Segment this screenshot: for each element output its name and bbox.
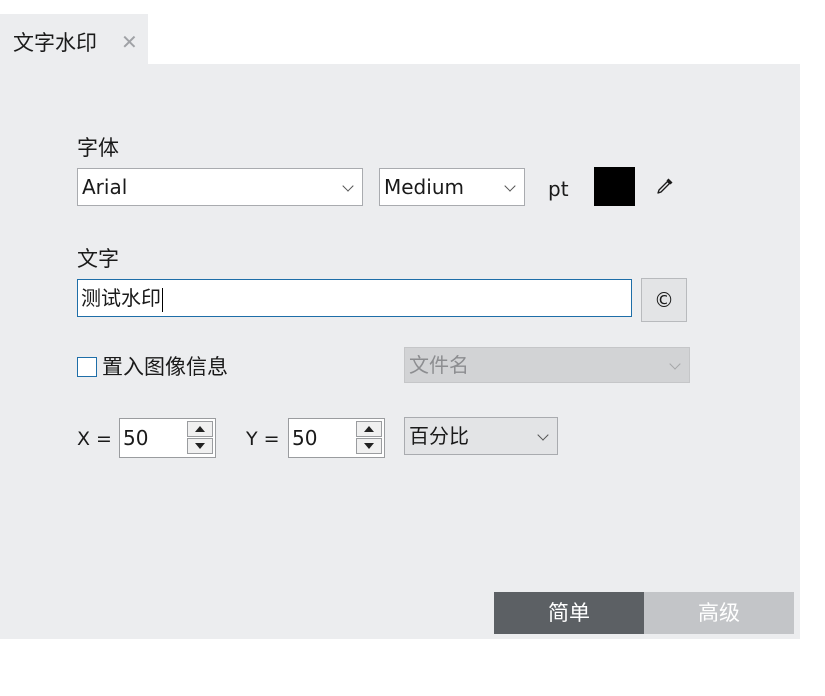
color-swatch[interactable]	[594, 167, 635, 206]
x-increment-button[interactable]	[187, 421, 213, 437]
y-spinbox[interactable]: 50	[288, 418, 385, 458]
font-weight-value: Medium	[384, 175, 464, 199]
x-label: X =	[77, 428, 112, 450]
image-info-field-value: 文件名	[409, 353, 469, 377]
embed-image-info-label[interactable]: 置入图像信息	[102, 354, 228, 380]
close-icon[interactable]: ✕	[121, 32, 138, 52]
chevron-down-icon	[537, 429, 549, 441]
y-value[interactable]: 50	[292, 419, 317, 457]
position-unit-value: 百分比	[409, 424, 469, 448]
font-size-unit: pt	[548, 177, 569, 201]
chevron-down-icon	[669, 358, 681, 370]
text-label: 文字	[77, 247, 119, 271]
arrow-down-icon	[195, 443, 205, 449]
y-label: Y =	[246, 428, 280, 450]
y-decrement-button[interactable]	[356, 438, 382, 454]
font-family-select[interactable]: Arial	[77, 168, 363, 206]
font-label: 字体	[77, 136, 119, 160]
chevron-down-icon	[342, 180, 354, 192]
watermark-text-input[interactable]: 测试水印	[77, 279, 632, 317]
arrow-down-icon	[364, 443, 374, 449]
text-caret	[162, 287, 163, 312]
x-value[interactable]: 50	[123, 419, 148, 457]
tab-text-watermark[interactable]: 文字水印 ✕	[0, 14, 148, 64]
watermark-text-value: 测试水印	[81, 286, 161, 310]
simple-mode-button[interactable]: 简单	[494, 592, 644, 634]
advanced-mode-button[interactable]: 高级	[644, 592, 794, 634]
font-weight-select[interactable]: Medium	[379, 168, 525, 206]
chevron-down-icon	[504, 180, 516, 192]
font-family-value: Arial	[82, 175, 128, 199]
eyedropper-icon[interactable]	[655, 176, 675, 196]
x-decrement-button[interactable]	[187, 438, 213, 454]
insert-copyright-button[interactable]: ©	[641, 278, 687, 322]
y-increment-button[interactable]	[356, 421, 382, 437]
arrow-up-icon	[364, 426, 374, 432]
arrow-up-icon	[195, 426, 205, 432]
image-info-field-select[interactable]: 文件名	[404, 347, 690, 383]
embed-image-info-checkbox[interactable]	[77, 357, 97, 377]
tab-title: 文字水印	[13, 31, 97, 55]
x-spinbox[interactable]: 50	[119, 418, 216, 458]
position-unit-select[interactable]: 百分比	[404, 417, 558, 455]
